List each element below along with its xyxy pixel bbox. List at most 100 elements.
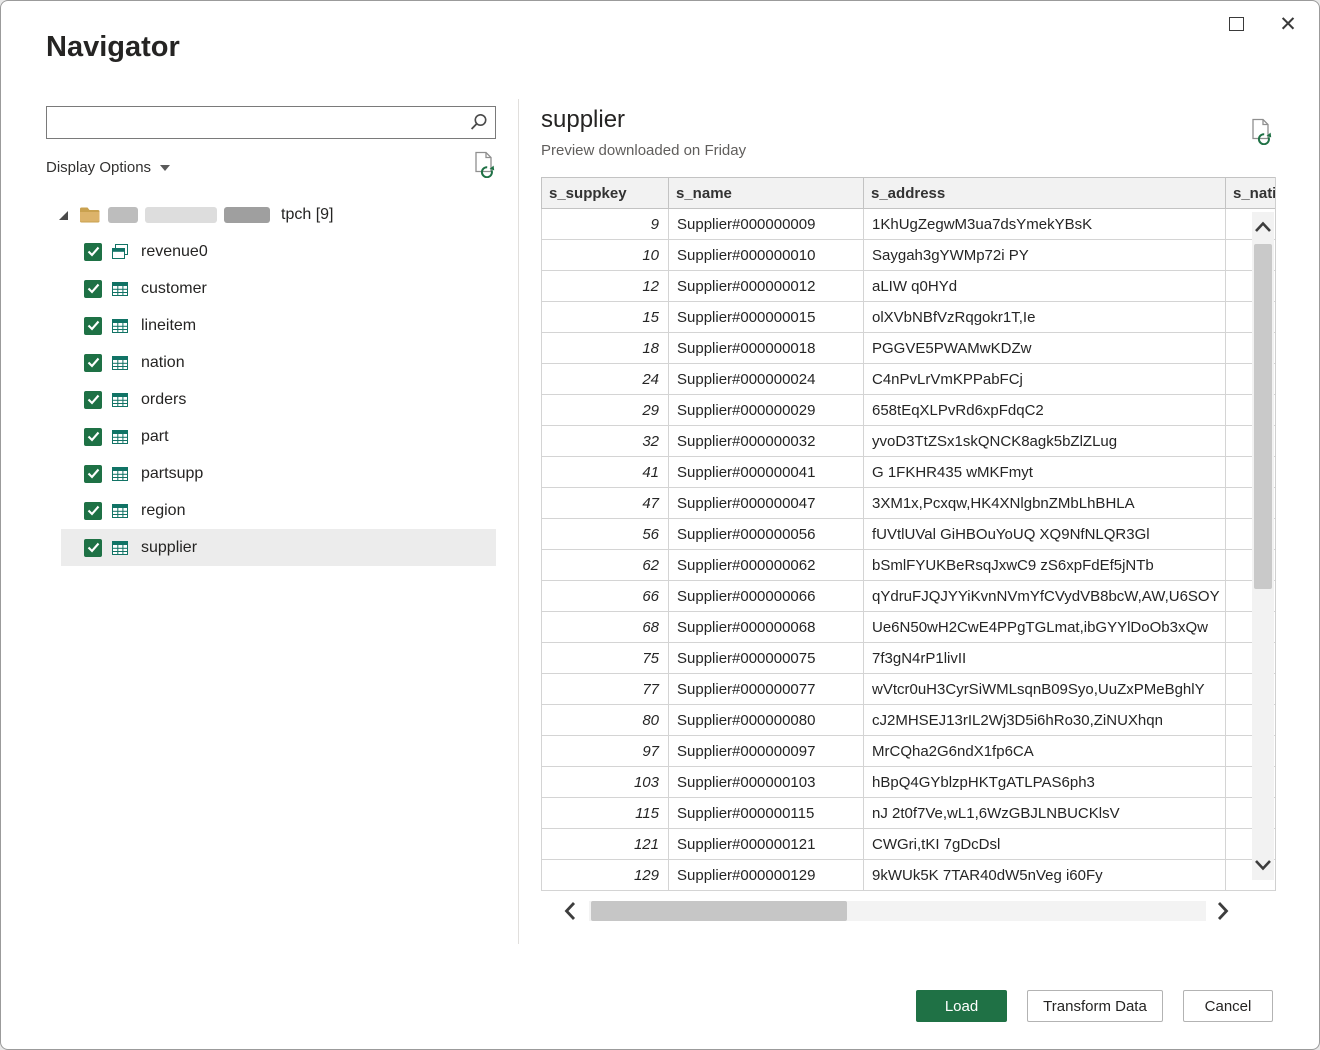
- tree-item-customer[interactable]: customer: [61, 270, 496, 307]
- close-icon: ✕: [1279, 12, 1297, 37]
- tree-item-region[interactable]: region: [61, 492, 496, 529]
- column-header-s_name: s_name: [669, 178, 864, 209]
- horizontal-scrollbar[interactable]: [541, 899, 1276, 923]
- cell-name: Supplier#000000068: [669, 612, 864, 643]
- cell-name: Supplier#000000077: [669, 674, 864, 705]
- transform-data-button[interactable]: Transform Data: [1027, 990, 1163, 1022]
- display-options-label: Display Options: [46, 159, 151, 176]
- cell-suppkey: 75: [542, 643, 669, 674]
- tree-root-row[interactable]: tpch [9]: [46, 197, 496, 233]
- table-row: 121Supplier#000000121CWGri,tKI 7gDcDsl: [542, 829, 1277, 860]
- scroll-up-button[interactable]: [1252, 214, 1274, 240]
- table-row: 62Supplier#000000062bSmlFYUKBeRsqJxwC9 z…: [542, 550, 1277, 581]
- cell-name: Supplier#000000129: [669, 860, 864, 891]
- checkbox-partsupp[interactable]: [84, 465, 102, 483]
- chevron-up-icon: [1253, 220, 1273, 234]
- table-header-row: s_suppkeys_names_addresss_natio: [542, 178, 1277, 209]
- cell-address: aLIW q0HYd: [864, 271, 1226, 302]
- horizontal-scroll-thumb[interactable]: [591, 901, 847, 921]
- table-row: 97Supplier#000000097MrCQha2G6ndX1fp6CA: [542, 736, 1277, 767]
- scroll-right-button[interactable]: [1210, 899, 1236, 923]
- checkbox-revenue0[interactable]: [84, 243, 102, 261]
- cell-address: olXVbNBfVzRqgokr1T,Ie: [864, 302, 1226, 333]
- horizontal-scroll-track[interactable]: [589, 901, 1206, 921]
- search-icon[interactable]: [468, 112, 489, 138]
- checkbox-orders[interactable]: [84, 391, 102, 409]
- preview-table-wrap: s_suppkeys_names_addresss_natio 9Supplie…: [541, 177, 1276, 891]
- tree-expand-icon[interactable]: [59, 211, 68, 220]
- tree-item-part[interactable]: part: [61, 418, 496, 455]
- table-row: 10Supplier#000000010Saygah3gYWMp72i PY: [542, 240, 1277, 271]
- cell-suppkey: 80: [542, 705, 669, 736]
- cell-suppkey: 29: [542, 395, 669, 426]
- table-icon: [111, 317, 129, 335]
- cell-suppkey: 77: [542, 674, 669, 705]
- cell-name: Supplier#000000010: [669, 240, 864, 271]
- options-row: Display Options: [46, 154, 496, 180]
- tree-item-revenue0[interactable]: revenue0: [61, 233, 496, 270]
- tree-item-supplier[interactable]: supplier: [61, 529, 496, 566]
- checkbox-region[interactable]: [84, 502, 102, 520]
- tree-item-label: partsupp: [141, 465, 203, 483]
- checkbox-supplier[interactable]: [84, 539, 102, 557]
- cell-suppkey: 97: [542, 736, 669, 767]
- table-icon: [111, 465, 129, 483]
- table-row: 24Supplier#000000024C4nPvLrVmKPPabFCj: [542, 364, 1277, 395]
- table-row: 15Supplier#000000015olXVbNBfVzRqgokr1T,I…: [542, 302, 1277, 333]
- cell-name: Supplier#000000029: [669, 395, 864, 426]
- refresh-list-button[interactable]: [472, 151, 496, 183]
- vertical-scrollbar[interactable]: [1252, 212, 1274, 880]
- table-icon: [111, 391, 129, 409]
- maximize-button[interactable]: [1219, 9, 1253, 39]
- cell-address: cJ2MHSEJ13rIL2Wj3D5i6hRo30,ZiNUXhqn: [864, 705, 1226, 736]
- cell-name: Supplier#000000047: [669, 488, 864, 519]
- checkbox-nation[interactable]: [84, 354, 102, 372]
- cell-suppkey: 32: [542, 426, 669, 457]
- vertical-scroll-thumb[interactable]: [1254, 244, 1272, 589]
- cell-suppkey: 62: [542, 550, 669, 581]
- tree-item-label: region: [141, 502, 185, 520]
- cell-address: MrCQha2G6ndX1fp6CA: [864, 736, 1226, 767]
- checkbox-lineitem[interactable]: [84, 317, 102, 335]
- display-options-dropdown[interactable]: Display Options: [46, 159, 170, 176]
- load-button[interactable]: Load: [916, 990, 1007, 1022]
- preview-table: s_suppkeys_names_addresss_natio 9Supplie…: [541, 177, 1276, 891]
- refresh-preview-button[interactable]: [1249, 118, 1273, 150]
- table-row: 41Supplier#000000041G 1FKHR435 wMKFmyt: [542, 457, 1277, 488]
- scroll-left-button[interactable]: [557, 899, 583, 923]
- tree-item-lineitem[interactable]: lineitem: [61, 307, 496, 344]
- cell-suppkey: 68: [542, 612, 669, 643]
- table-row: 80Supplier#000000080cJ2MHSEJ13rIL2Wj3D5i…: [542, 705, 1277, 736]
- cell-name: Supplier#000000115: [669, 798, 864, 829]
- cell-suppkey: 18: [542, 333, 669, 364]
- cell-address: bSmlFYUKBeRsqJxwC9 zS6xpFdEf5jNTb: [864, 550, 1226, 581]
- table-icon: [111, 280, 129, 298]
- cell-address: nJ 2t0f7Ve,wL1,6WzGBJLNBUCKlsV: [864, 798, 1226, 829]
- redacted-text-blob: [108, 207, 138, 223]
- cell-suppkey: 103: [542, 767, 669, 798]
- tree-item-label: customer: [141, 280, 207, 298]
- table-row: 68Supplier#000000068Ue6N50wH2CwE4PPgTGLm…: [542, 612, 1277, 643]
- tree-item-partsupp[interactable]: partsupp: [61, 455, 496, 492]
- dialog-title: Navigator: [46, 31, 180, 64]
- cell-address: C4nPvLrVmKPPabFCj: [864, 364, 1226, 395]
- table-row: 47Supplier#0000000473XM1x,Pcxqw,HK4XNlgb…: [542, 488, 1277, 519]
- checkbox-part[interactable]: [84, 428, 102, 446]
- chevron-left-icon: [563, 900, 577, 922]
- cell-name: Supplier#000000012: [669, 271, 864, 302]
- table-row: 32Supplier#000000032yvoD3TtZSx1skQNCK8ag…: [542, 426, 1277, 457]
- table-icon: [111, 539, 129, 557]
- cell-address: Saygah3gYWMp72i PY: [864, 240, 1226, 271]
- tree-item-nation[interactable]: nation: [61, 344, 496, 381]
- tree-items: revenue0 customer lineitem nationorders part…: [46, 233, 496, 566]
- checkbox-customer[interactable]: [84, 280, 102, 298]
- preview-title: supplier: [541, 106, 1276, 134]
- close-button[interactable]: ✕: [1271, 9, 1305, 39]
- tree-item-label: lineitem: [141, 317, 196, 335]
- cancel-button[interactable]: Cancel: [1183, 990, 1273, 1022]
- tree-item-label: part: [141, 428, 169, 446]
- chevron-down-icon: [1253, 858, 1273, 872]
- search-input[interactable]: [55, 108, 460, 137]
- tree-item-orders[interactable]: orders: [61, 381, 496, 418]
- scroll-down-button[interactable]: [1252, 852, 1274, 878]
